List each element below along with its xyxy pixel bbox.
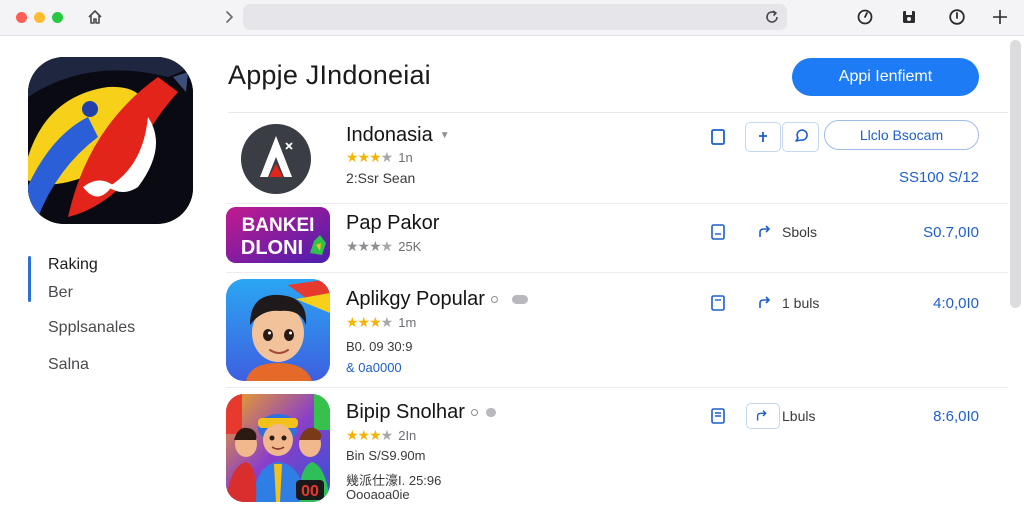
app-meta-secondary: & 0a0000 <box>346 360 402 375</box>
banner-game-icon: BANKEI DLONI <box>226 207 330 263</box>
chevron-down-icon[interactable]: ▼ <box>440 130 450 141</box>
app-meta: 2:Ssr Sean <box>346 170 416 186</box>
open-button[interactable]: Llclo Bsocam <box>824 120 979 150</box>
app-row[interactable]: 00 Bipip Snolhar ★★★★ 2In Bin S/S9.90m 幾派… <box>226 388 1008 506</box>
plus-icon[interactable] <box>991 8 1009 26</box>
speed-icon[interactable] <box>856 8 874 26</box>
action-label: 1 buls <box>782 295 820 311</box>
rating-count: 1m <box>398 315 417 330</box>
home-icon[interactable] <box>86 8 104 26</box>
minimize-window-button[interactable] <box>34 12 45 23</box>
hero-logo-icon <box>28 57 193 224</box>
share-icon <box>756 410 767 421</box>
share-icon[interactable] <box>756 222 776 242</box>
app-price: SS100 S/12 <box>898 169 979 186</box>
app-price: 8:6,0I0 <box>933 408 979 425</box>
app-meta: Bin S/S9.90m <box>346 448 426 463</box>
app-row[interactable]: Indonasia ▼ ★★★★ 1n 2:Ssr Sean Llclo Bsoca… <box>226 113 1008 203</box>
toggle-icon[interactable] <box>485 408 496 418</box>
star-rating: ★★★★ 25K <box>346 238 422 254</box>
action-label: Sbols <box>782 224 818 240</box>
document-icon[interactable] <box>708 222 728 242</box>
star-rating: ★★★★ 2In <box>346 427 417 443</box>
icon-text: 00 <box>301 483 319 500</box>
page-title: Appje JIndoneiai <box>228 60 431 90</box>
selected-nav-indicator <box>28 256 31 302</box>
share-icon[interactable] <box>756 293 776 313</box>
a-logo-icon <box>226 119 330 199</box>
add-button[interactable] <box>745 122 781 152</box>
forward-icon[interactable] <box>222 9 236 25</box>
chat-icon <box>794 129 808 142</box>
document-icon[interactable] <box>708 406 728 426</box>
address-bar[interactable] <box>243 4 787 30</box>
zoom-window-button[interactable] <box>52 12 63 23</box>
share-button[interactable] <box>782 122 819 152</box>
app-name: Pap Pakor <box>346 212 440 234</box>
primary-action-button[interactable]: Appi Ienfiemt <box>792 58 979 96</box>
app-name: Aplikgy Popular <box>346 288 485 310</box>
app-price: S0.7,0I0 <box>923 224 979 241</box>
app-row[interactable]: BANKEI DLONI Pap Pakor ★★★★ 25K Sbols S0.… <box>226 204 1008 272</box>
star-rating: ★★★★ 1m <box>346 314 417 330</box>
bookmark-icon[interactable] <box>708 127 728 147</box>
app-row[interactable]: Aplikgy Popular ★★★★ 1m B0. 09 30:9 & 0a0… <box>226 273 1008 387</box>
app-meta: B0. 09 30:9 <box>346 339 413 354</box>
icon-text-top: BANKEI <box>242 215 315 236</box>
close-window-button[interactable] <box>16 12 27 23</box>
cartoon-group-icon: 00 <box>226 394 330 502</box>
scrollbar-thumb[interactable] <box>1010 40 1021 308</box>
info-dot-icon <box>470 409 478 417</box>
rating-count: 1n <box>398 150 413 165</box>
plus-icon <box>759 132 767 142</box>
document-icon[interactable] <box>708 293 728 313</box>
sidebar-item-ber[interactable]: Ber <box>48 284 73 302</box>
app-name: Bipip Snolhar <box>346 401 465 423</box>
sidebar-item-spplsanales[interactable]: Spplsanales <box>48 319 135 337</box>
app-meta-tertiary: Oooaoa0ie <box>346 487 410 502</box>
share-button[interactable] <box>746 403 780 429</box>
rating-count: 2In <box>398 428 417 443</box>
sidebar-item-salna[interactable]: Salna <box>48 356 89 374</box>
icon-text-bottom: DLONI <box>241 237 303 259</box>
save-icon[interactable] <box>900 8 918 26</box>
reload-icon[interactable] <box>763 8 781 26</box>
star-rating: ★★★★ 1n <box>346 149 413 165</box>
info-icon[interactable] <box>948 8 966 26</box>
cartoon-boy-icon <box>226 279 330 381</box>
app-name: Indonasia <box>346 124 433 146</box>
sidebar-item-raking[interactable]: Raking <box>48 256 98 274</box>
info-dot-icon <box>490 296 498 304</box>
window-titlebar <box>0 0 1024 36</box>
rating-count: 25K <box>398 239 422 254</box>
app-hero-logo[interactable] <box>28 57 193 224</box>
toggle-icon[interactable] <box>511 295 528 305</box>
app-price: 4:0,0I0 <box>933 295 979 312</box>
action-label: Lbuls <box>782 408 816 424</box>
